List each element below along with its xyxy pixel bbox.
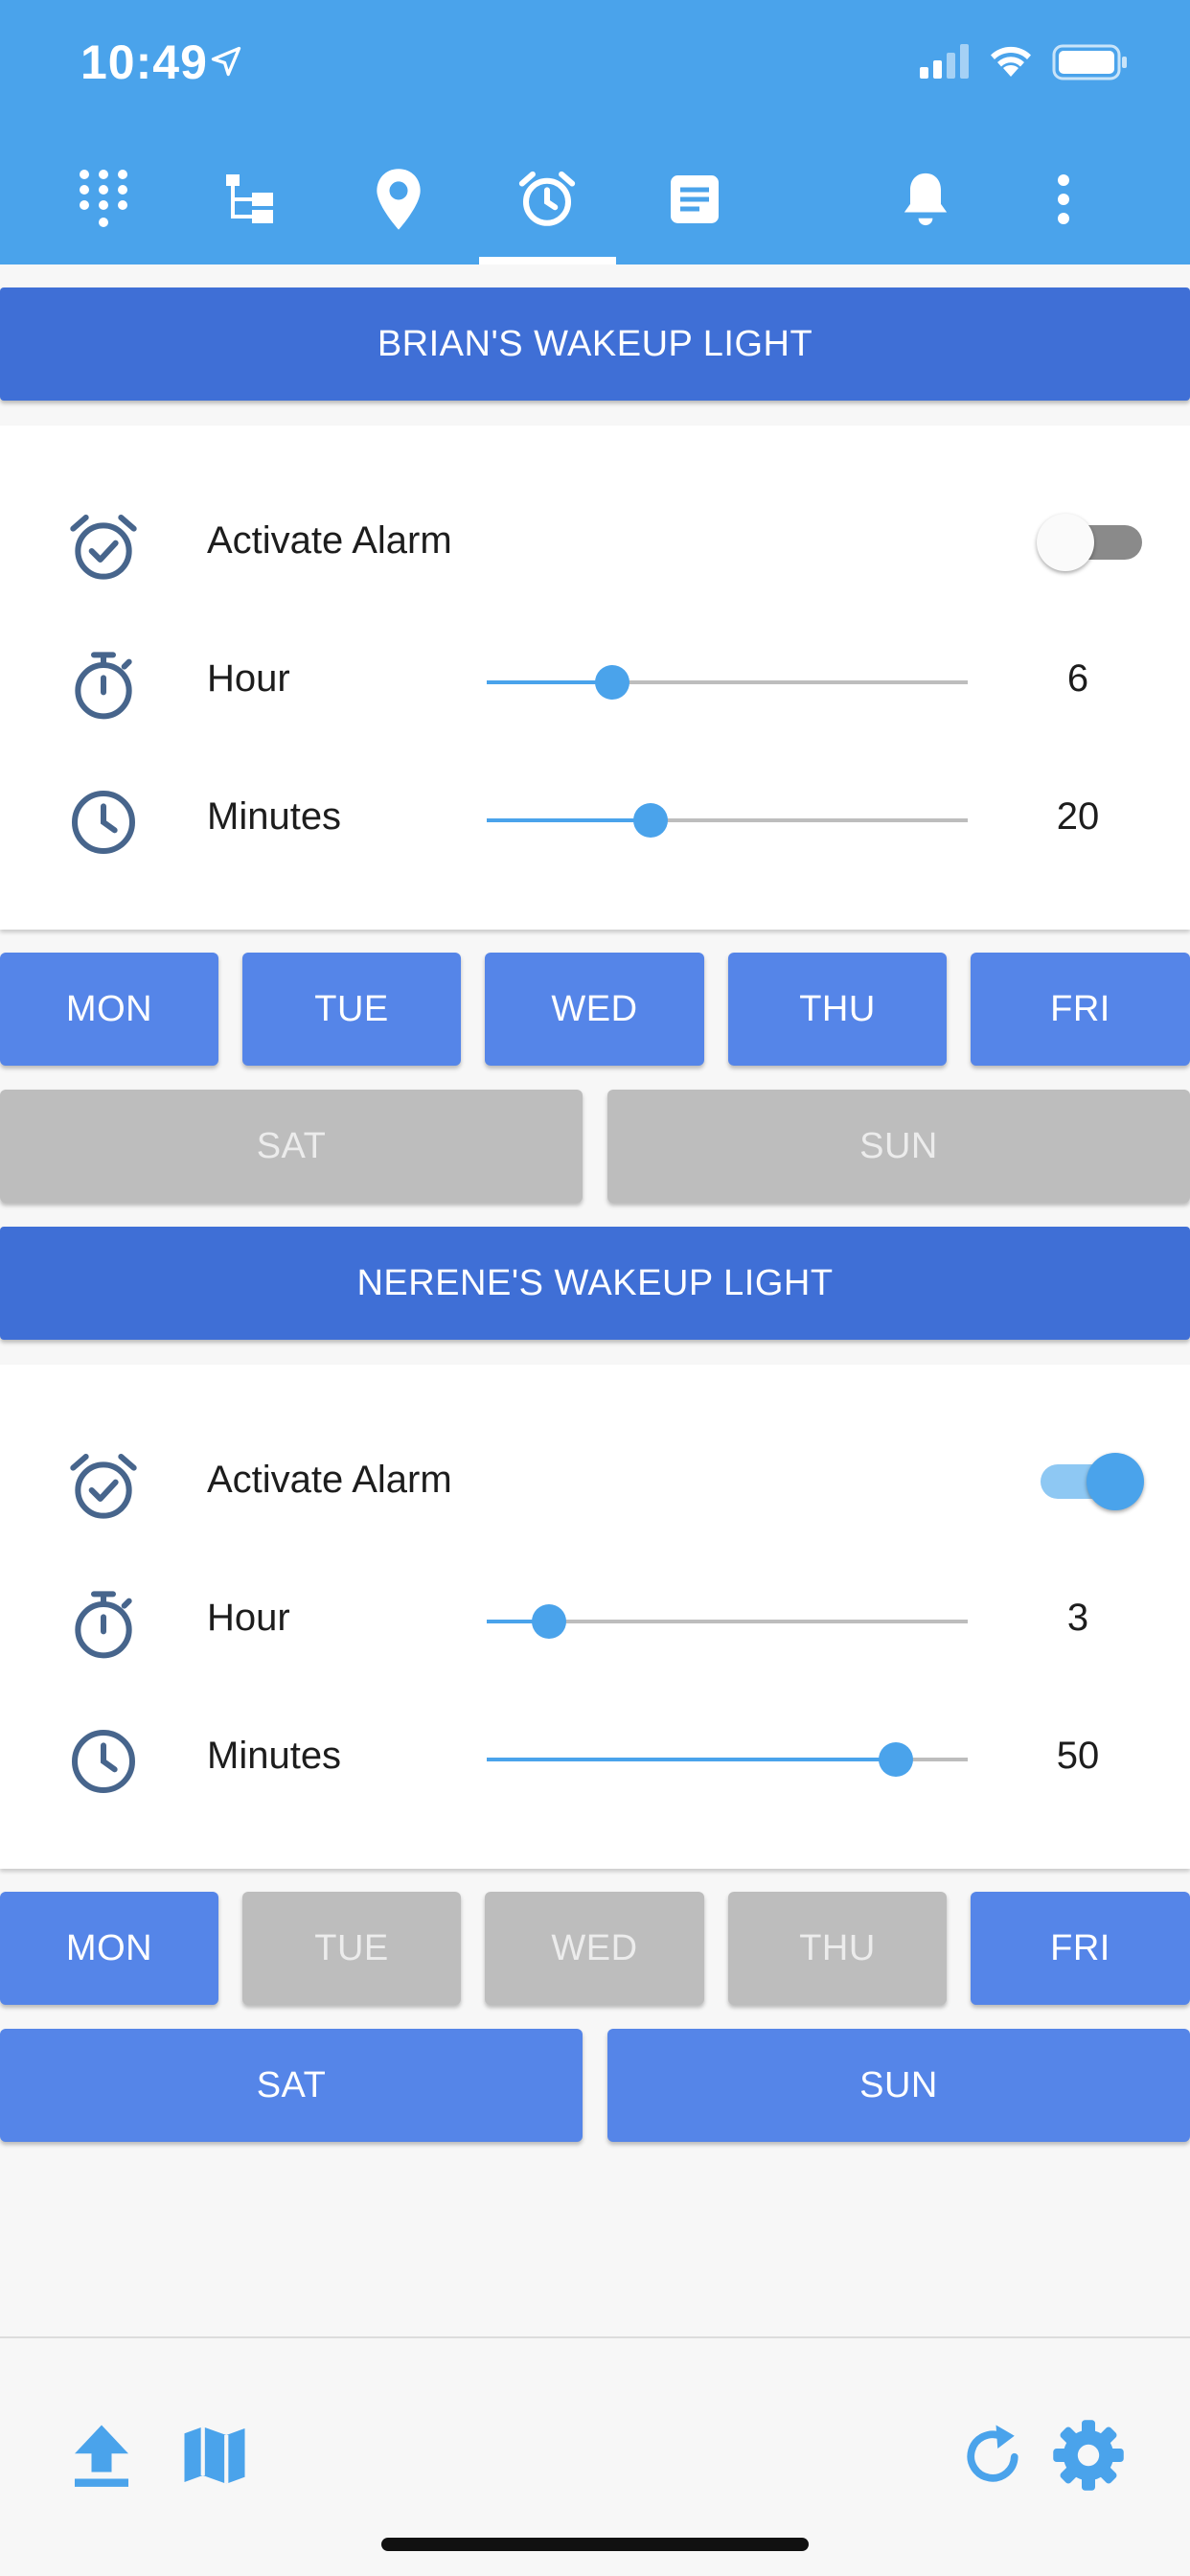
location-arrow-icon [211, 46, 241, 77]
day-button-sun[interactable]: SUN [607, 2029, 1190, 2142]
activate-alarm-label: Activate Alarm [207, 1459, 452, 1501]
day-button-fri[interactable]: FRI [971, 1892, 1190, 2005]
notes-icon[interactable] [656, 161, 733, 238]
activate-alarm-toggle[interactable] [1037, 512, 1142, 573]
status-time: 10:49 [80, 35, 208, 89]
minutes-row: Minutes 20 [0, 767, 1190, 862]
hour-row: Hour 6 [0, 629, 1190, 724]
cellular-signal-icon [920, 44, 969, 79]
tree-icon[interactable] [213, 161, 289, 238]
day-button-sun[interactable]: SUN [607, 1090, 1190, 1203]
timer-icon [75, 652, 132, 720]
day-button-wed[interactable]: WED [485, 1892, 704, 2005]
clock-icon [72, 791, 135, 854]
status-bar: 10:49 [0, 0, 1190, 134]
app-bar: 10:49 [0, 0, 1190, 264]
day-button-sat[interactable]: SAT [0, 1090, 583, 1203]
day-button-mon[interactable]: MON [0, 1892, 218, 2005]
slider-fill [487, 818, 651, 822]
minutes-row: Minutes 50 [0, 1706, 1190, 1802]
day-button-sat[interactable]: SAT [0, 2029, 583, 2142]
toggle-knob [1037, 514, 1094, 571]
alarm-check-icon [70, 1454, 137, 1519]
minutes-value: 20 [1056, 795, 1100, 838]
alarm-check-icon [70, 515, 137, 580]
slider-thumb[interactable] [594, 665, 629, 700]
map-icon[interactable] [174, 2415, 255, 2496]
minutes-label: Minutes [207, 1735, 342, 1777]
day-button-tue[interactable]: TUE [242, 1892, 461, 2005]
hour-slider[interactable] [487, 665, 968, 700]
clock-icon [72, 1730, 135, 1793]
alarm-card-2: Activate Alarm Hour 3 Minutes 50 [0, 1365, 1190, 1869]
bell-icon[interactable] [887, 161, 964, 238]
dialpad-icon[interactable] [65, 161, 142, 238]
minutes-slider[interactable] [487, 1742, 968, 1777]
battery-icon [1052, 44, 1127, 80]
alarm-header-2: NERENE'S WAKEUP LIGHT [0, 1227, 1190, 1340]
minutes-label: Minutes [207, 795, 342, 838]
day-button-fri[interactable]: FRI [971, 953, 1190, 1066]
activate-alarm-label: Activate Alarm [207, 519, 452, 562]
active-tab-indicator [479, 257, 616, 264]
slider-fill [487, 1758, 896, 1761]
hour-row: Hour 3 [0, 1568, 1190, 1664]
slider-thumb[interactable] [532, 1604, 567, 1639]
top-toolbar [0, 144, 1190, 264]
toggle-knob [1087, 1453, 1144, 1510]
activate-alarm-toggle[interactable] [1037, 1451, 1144, 1512]
more-vert-icon[interactable] [1025, 161, 1102, 238]
settings-icon[interactable] [1048, 2415, 1129, 2496]
activate-alarm-row: Activate Alarm [0, 491, 1190, 586]
minutes-slider[interactable] [487, 803, 968, 838]
hour-value: 3 [1066, 1597, 1089, 1639]
activate-alarm-row: Activate Alarm [0, 1430, 1190, 1526]
timer-icon [75, 1591, 132, 1659]
location-pin-icon[interactable] [360, 161, 437, 238]
alarm-header-1: BRIAN'S WAKEUP LIGHT [0, 288, 1190, 401]
minutes-value: 50 [1056, 1735, 1100, 1777]
day-button-wed[interactable]: WED [485, 953, 704, 1066]
hour-label: Hour [207, 1597, 290, 1639]
hour-label: Hour [207, 657, 290, 700]
alarm-icon[interactable] [509, 161, 585, 238]
alarm-card-1: Activate Alarm Hour 6 Minutes 20 [0, 426, 1190, 930]
day-button-thu[interactable]: THU [728, 1892, 947, 2005]
slider-fill [487, 680, 612, 684]
wifi-icon [991, 46, 1031, 77]
hour-value: 6 [1066, 657, 1089, 700]
refresh-icon[interactable] [952, 2415, 1033, 2496]
hour-slider[interactable] [487, 1604, 968, 1639]
slider-thumb[interactable] [632, 803, 668, 838]
upload-icon[interactable] [61, 2415, 142, 2496]
day-button-mon[interactable]: MON [0, 953, 218, 1066]
home-indicator [381, 2538, 809, 2551]
day-button-tue[interactable]: TUE [242, 953, 461, 1066]
slider-thumb[interactable] [878, 1742, 913, 1777]
day-button-thu[interactable]: THU [728, 953, 947, 1066]
